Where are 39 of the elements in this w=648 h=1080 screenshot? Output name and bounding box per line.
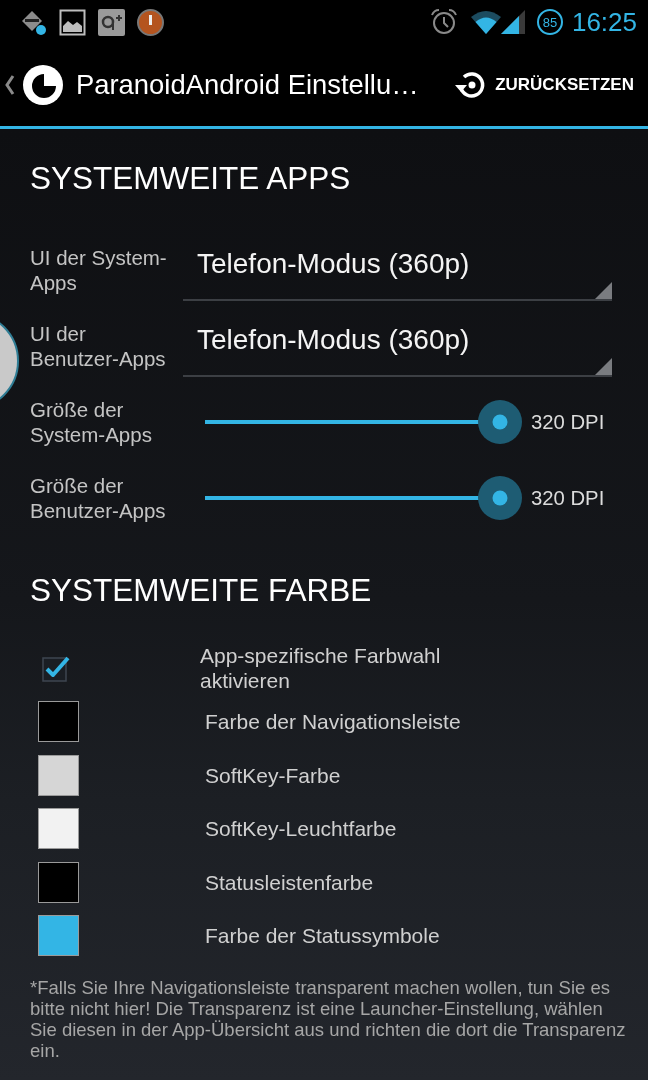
back-caret-icon[interactable] <box>5 75 15 95</box>
picture-icon <box>59 8 86 36</box>
color-swatch[interactable] <box>38 701 79 743</box>
color-swatch[interactable] <box>38 861 79 903</box>
diamond-logo-icon <box>20 8 47 36</box>
power-icon <box>137 8 164 36</box>
battery-indicator: 85 <box>536 9 563 35</box>
setting-label: SoftKey-Farbe <box>205 762 342 788</box>
setting-label: App-spezifische Farbwahl aktivieren <box>200 642 442 693</box>
dropdown[interactable]: Telefon-Modus (360p) <box>183 239 612 301</box>
color-swatch[interactable] <box>38 808 79 850</box>
slider-thumb[interactable] <box>478 476 522 520</box>
reset-button[interactable]: ZURÜCKSETZEN <box>454 60 634 110</box>
setting-label: Statusleistenfarbe <box>205 869 375 895</box>
setting-label: Farbe der Statussymbole <box>205 923 441 949</box>
triangle-icon <box>595 358 612 375</box>
screen-title: ParanoidAndroid Einstellu… <box>76 69 419 101</box>
dropdown[interactable]: Telefon-Modus (360p) <box>183 315 612 377</box>
signal-icon <box>500 10 525 34</box>
section-heading: SYSTEMWEITE FARBE <box>30 571 373 610</box>
plus-tile-icon <box>98 8 125 36</box>
setting-label: Größe der Benutzer-Apps <box>30 473 167 523</box>
app-logo-icon[interactable] <box>22 64 64 106</box>
setting-label: UI der System- Apps <box>30 245 168 295</box>
setting-label: Farbe der Navigationsleiste <box>205 709 462 735</box>
footnote-text: *Falls Sie Ihre Navigationsleiste transparent machen wollen, tun Sie es bitte nicht hier! Die Transparenz ist eine Launcher-Einstellung, wählen Sie diesen in der App-Übersicht aus und richten die dort die Transparenz ein. <box>30 976 627 1061</box>
color-swatch[interactable] <box>38 754 79 796</box>
slider-value: 320 DPI <box>531 410 605 434</box>
alarm-clock-icon <box>429 8 458 36</box>
setting-label: UI der Benutzer-Apps <box>30 321 167 371</box>
wifi-icon <box>470 10 501 34</box>
triangle-icon <box>595 282 612 299</box>
clock: 16:25 <box>571 6 637 38</box>
color-swatch[interactable] <box>38 915 79 957</box>
setting-label: SoftKey-Leuchtfarbe <box>205 816 398 842</box>
slider-value: 320 DPI <box>531 486 605 510</box>
section-heading: SYSTEMWEITE APPS <box>30 159 352 198</box>
slider-thumb[interactable] <box>478 400 522 444</box>
setting-label: Größe der System-Apps <box>30 397 153 447</box>
